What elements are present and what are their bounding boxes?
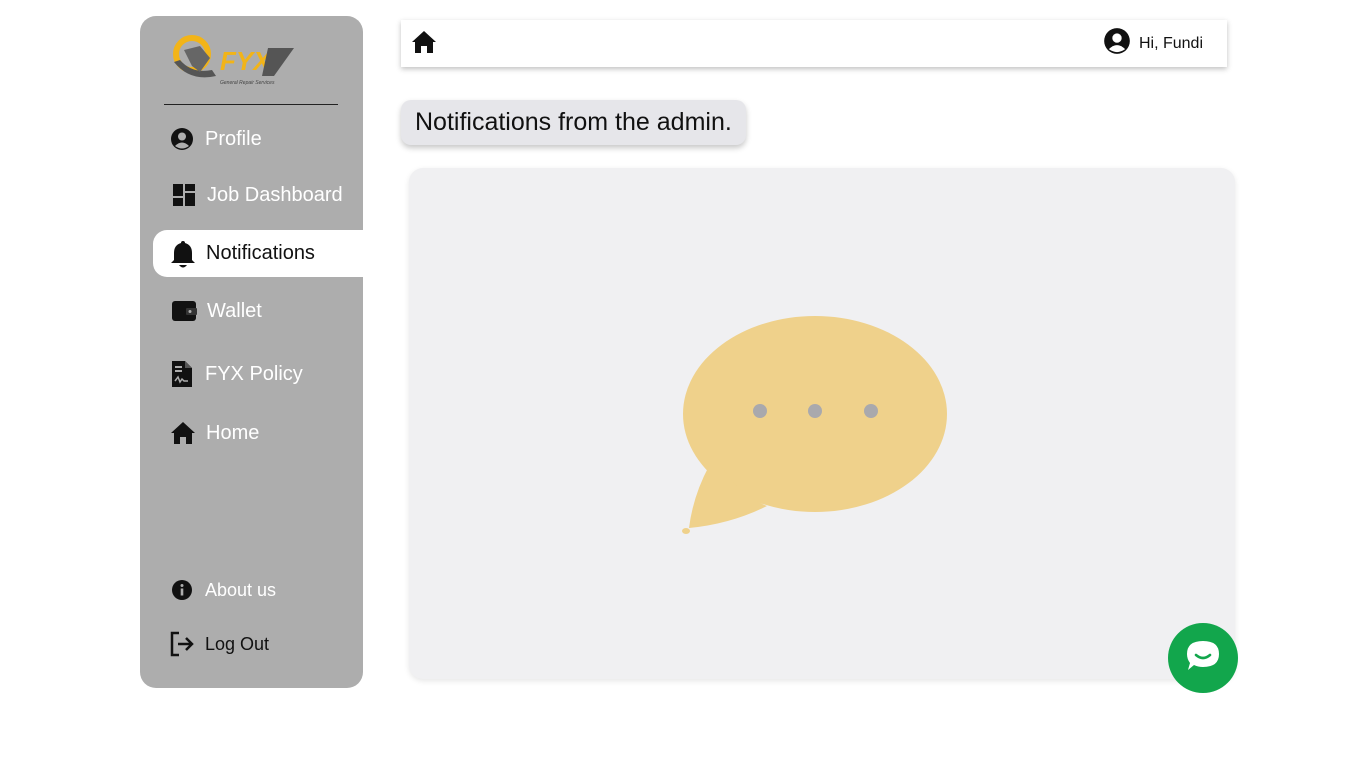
sidebar-item-home[interactable]: Home — [169, 419, 259, 447]
fyx-logo[interactable]: FYX General Repair Services — [170, 32, 296, 88]
logout-icon — [168, 630, 196, 658]
sidebar-item-label: Home — [206, 421, 260, 444]
sidebar-item-fyx-policy[interactable]: FYX Policy — [168, 360, 303, 388]
document-icon — [168, 360, 196, 388]
sidebar-item-label: Log Out — [205, 633, 270, 654]
sidebar-item-about-us[interactable]: About us — [168, 576, 276, 604]
top-bar: Hi, Fundi — [401, 20, 1227, 67]
speech-bubble-icon — [681, 316, 951, 538]
sidebar-item-notifications[interactable]: Notifications — [153, 230, 363, 277]
user-greeting: Hi, Fundi — [1138, 34, 1203, 52]
user-menu[interactable]: Hi, Fundi — [1103, 27, 1203, 60]
home-icon — [169, 419, 197, 447]
sidebar-item-profile[interactable]: Profile — [168, 125, 262, 153]
sidebar-item-wallet[interactable]: Wallet — [170, 297, 262, 325]
dashboard-icon — [170, 181, 198, 209]
chat-widget-button[interactable] — [1168, 623, 1238, 693]
sidebar-item-label: Wallet — [207, 299, 262, 322]
logout-button[interactable]: Log Out — [168, 630, 269, 658]
sidebar-item-label: FYX Policy — [205, 362, 303, 385]
home-icon[interactable] — [411, 30, 437, 56]
logo-divider — [164, 104, 338, 105]
user-circle-icon — [1103, 27, 1131, 60]
bell-icon — [169, 240, 197, 268]
chat-icon — [1185, 639, 1221, 678]
sidebar-item-label: Notifications — [206, 242, 315, 264]
sidebar-item-label: Job Dashboard — [207, 183, 343, 206]
sidebar-item-label: Profile — [205, 127, 262, 150]
logo-tagline: General Repair Services — [220, 80, 275, 86]
notifications-panel — [409, 168, 1235, 679]
page-title-text: Notifications from the admin. — [415, 108, 732, 136]
sidebar-item-label: About us — [205, 579, 277, 600]
sidebar: FYX General Repair Services Profile Job … — [140, 16, 363, 688]
page-title: Notifications from the admin. — [401, 100, 746, 145]
sidebar-item-job-dashboard[interactable]: Job Dashboard — [170, 181, 343, 209]
wallet-icon — [170, 297, 198, 325]
info-icon — [168, 576, 196, 604]
user-circle-icon — [168, 125, 196, 153]
